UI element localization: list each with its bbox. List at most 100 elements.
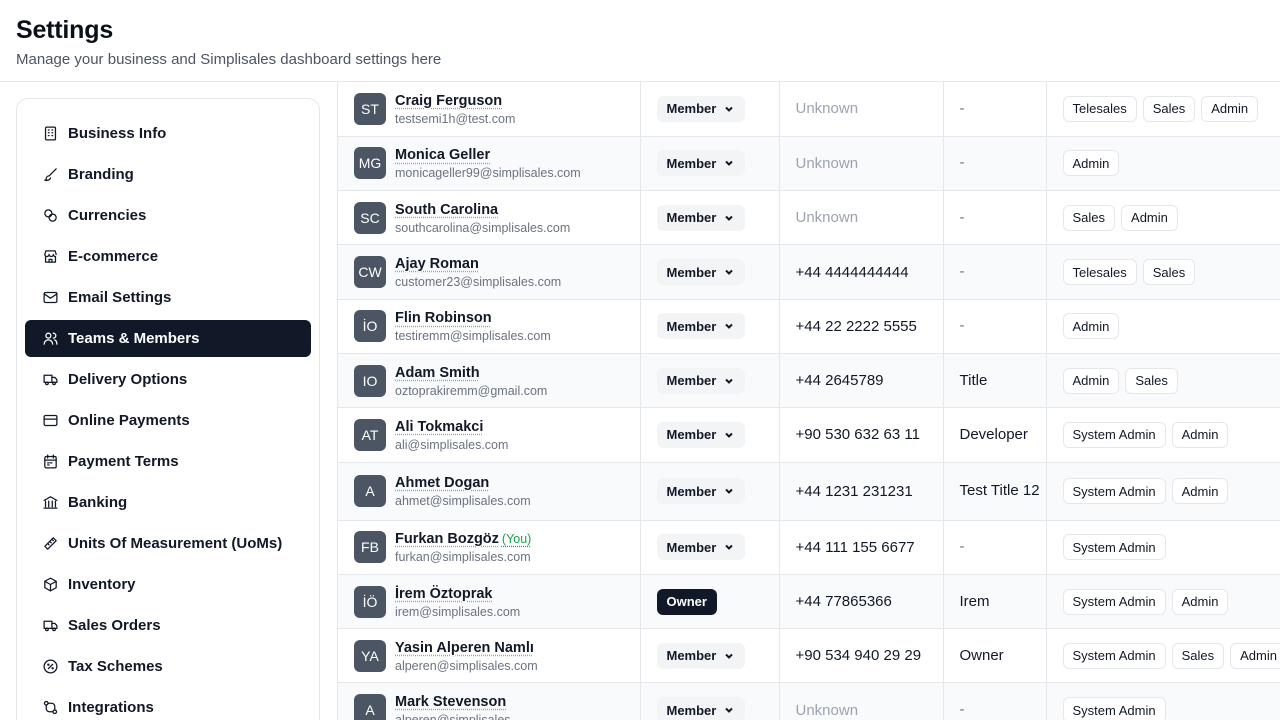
role-dropdown[interactable]: Member	[656, 697, 746, 720]
role-cell: Member	[640, 682, 780, 720]
member-name-link[interactable]: Furkan Bozgöz	[395, 531, 499, 547]
chevron-down-icon	[723, 429, 735, 441]
role-dropdown[interactable]: Member	[656, 204, 746, 231]
member-email: testiremm@simplisales.com	[395, 329, 551, 344]
member-email: alperen@simplisales	[395, 713, 511, 720]
page-title: Settings	[16, 16, 114, 44]
member-name-link[interactable]: İrem Öztoprak	[395, 586, 493, 602]
avatar: ST	[354, 92, 386, 125]
avatar: YA	[354, 639, 386, 672]
table-row: İO Flin Robinson testiremm@simplisales.com…	[338, 299, 1280, 354]
phone-cell: +90 534 940 29 29	[779, 628, 944, 684]
role-label: Member	[666, 373, 717, 389]
sidebar-item-payment-terms[interactable]: Payment Terms	[25, 443, 311, 480]
phone-cell: +44 1231 231231	[779, 462, 944, 521]
sidebar-item-integrations[interactable]: Integrations	[25, 689, 311, 720]
member-name-link[interactable]: Yasin Alperen Namlı	[395, 640, 534, 656]
member-email: alperen@simplisales.com	[395, 658, 538, 673]
chevron-down-icon	[723, 320, 735, 332]
table-row: A Ahmet Dogan ahmet@simplisales.com Member +…	[338, 462, 1280, 521]
member-name-link[interactable]: Craig Ferguson	[395, 93, 502, 109]
role-dropdown[interactable]: Member	[656, 313, 746, 340]
member-name-link[interactable]: Monica Geller	[395, 147, 490, 163]
sidebar-item-online-payments[interactable]: Online Payments	[25, 402, 311, 439]
sidebar-item-units-of-measurement-uoms[interactable]: Units Of Measurement (UoMs)	[25, 525, 311, 562]
role-dropdown[interactable]: Member	[656, 534, 746, 561]
chevron-down-icon	[723, 541, 735, 553]
member-email: irem@simplisales.com	[395, 604, 521, 619]
group-tag: Admin	[1062, 150, 1120, 177]
truck-icon	[41, 371, 59, 389]
sidebar-item-label: Branding	[68, 166, 134, 183]
chevron-down-icon	[723, 157, 735, 169]
role-cell: Member	[640, 462, 780, 521]
member-email: furkan@simplisales.com	[395, 550, 531, 565]
sidebar-item-tax-schemes[interactable]: Tax Schemes	[25, 648, 311, 685]
store-icon	[41, 248, 59, 266]
member-cell: IO Adam Smith oztoprakiremm@gmail.com	[338, 353, 641, 409]
phone-cell: Unknown	[779, 136, 944, 192]
sidebar-item-business-info[interactable]: Business Info	[25, 115, 311, 152]
role-cell: Member	[640, 299, 780, 354]
sidebar-item-teams-members[interactable]: Teams & Members	[25, 320, 311, 357]
sidebar-item-sales-orders[interactable]: Sales Orders	[25, 607, 311, 644]
role-dropdown[interactable]: Member	[656, 478, 746, 505]
sidebar-item-email-settings[interactable]: Email Settings	[25, 279, 311, 316]
title-cell: -	[943, 136, 1047, 192]
avatar: CW	[354, 256, 386, 289]
member-name-link[interactable]: Adam Smith	[395, 365, 480, 381]
phone-cell: +44 4444444444	[779, 244, 944, 300]
phone-cell: +44 111 155 6677	[779, 520, 944, 575]
role-label: Member	[666, 539, 717, 555]
role-label: Member	[666, 427, 717, 443]
sidebar-item-label: Tax Schemes	[68, 658, 163, 675]
sidebar-item-label: Units Of Measurement (UoMs)	[68, 535, 283, 552]
title-cell: Irem	[943, 574, 1047, 630]
role-dropdown[interactable]: Member	[656, 150, 746, 177]
owner-badge: Owner	[656, 588, 717, 615]
avatar: FB	[354, 531, 386, 564]
you-label: (You)	[501, 532, 532, 547]
chevron-down-icon	[723, 704, 735, 716]
member-name-link[interactable]: Ajay Roman	[395, 256, 479, 272]
member-email: ahmet@simplisales.com	[395, 494, 531, 509]
member-name-link[interactable]: South Carolina	[395, 202, 498, 218]
title-cell: Test Title 12	[943, 462, 1047, 521]
phone-cell: +44 22 2222 5555	[779, 299, 944, 354]
ruler-icon	[41, 535, 59, 553]
member-name-link[interactable]: Mark Stevenson	[395, 694, 506, 710]
sidebar-item-label: Integrations	[68, 699, 154, 716]
brush-icon	[41, 166, 59, 184]
title-cell: -	[943, 190, 1047, 246]
sidebar-item-inventory[interactable]: Inventory	[25, 566, 311, 603]
sidebar-item-e-commerce[interactable]: E-commerce	[25, 238, 311, 275]
member-name-link[interactable]: Flin Robinson	[395, 310, 492, 326]
member-cell: MG Monica Geller monicageller99@simplisale…	[338, 136, 641, 192]
sidebar-item-label: Sales Orders	[68, 617, 161, 634]
title-cell: -	[943, 82, 1047, 137]
mail-icon	[41, 289, 59, 307]
table-row: YA Yasin Alperen Namlı alperen@simplisales…	[338, 628, 1280, 684]
group-tag: Admin	[1171, 478, 1229, 505]
avatar: A	[354, 694, 386, 720]
avatar: İÖ	[354, 585, 386, 618]
role-dropdown[interactable]: Member	[656, 367, 746, 394]
sidebar-item-currencies[interactable]: Currencies	[25, 197, 311, 234]
member-email: testsemi1h@test.com	[395, 111, 516, 126]
title-cell: Developer	[943, 407, 1047, 463]
table-row: SC South Carolina southcarolina@simplisale…	[338, 190, 1280, 246]
role-dropdown[interactable]: Member	[656, 642, 746, 669]
sidebar-item-branding[interactable]: Branding	[25, 156, 311, 193]
table-row: İÖ İrem Öztoprak irem@simplisales.com Owner…	[338, 574, 1280, 630]
sidebar-item-banking[interactable]: Banking	[25, 484, 311, 521]
groups-cell: Telesales Sales Admin	[1046, 82, 1280, 137]
role-dropdown[interactable]: Member	[656, 421, 746, 448]
sidebar-item-delivery-options[interactable]: Delivery Options	[25, 361, 311, 398]
role-dropdown[interactable]: Member	[656, 95, 746, 122]
title-cell: -	[943, 299, 1047, 354]
sidebar-item-label: Email Settings	[68, 289, 172, 306]
member-name-link[interactable]: Ahmet Dogan	[395, 475, 489, 491]
member-name-link[interactable]: Ali Tokmakci	[395, 419, 483, 435]
role-dropdown[interactable]: Member	[656, 259, 746, 286]
phone-cell: Unknown	[779, 82, 944, 137]
